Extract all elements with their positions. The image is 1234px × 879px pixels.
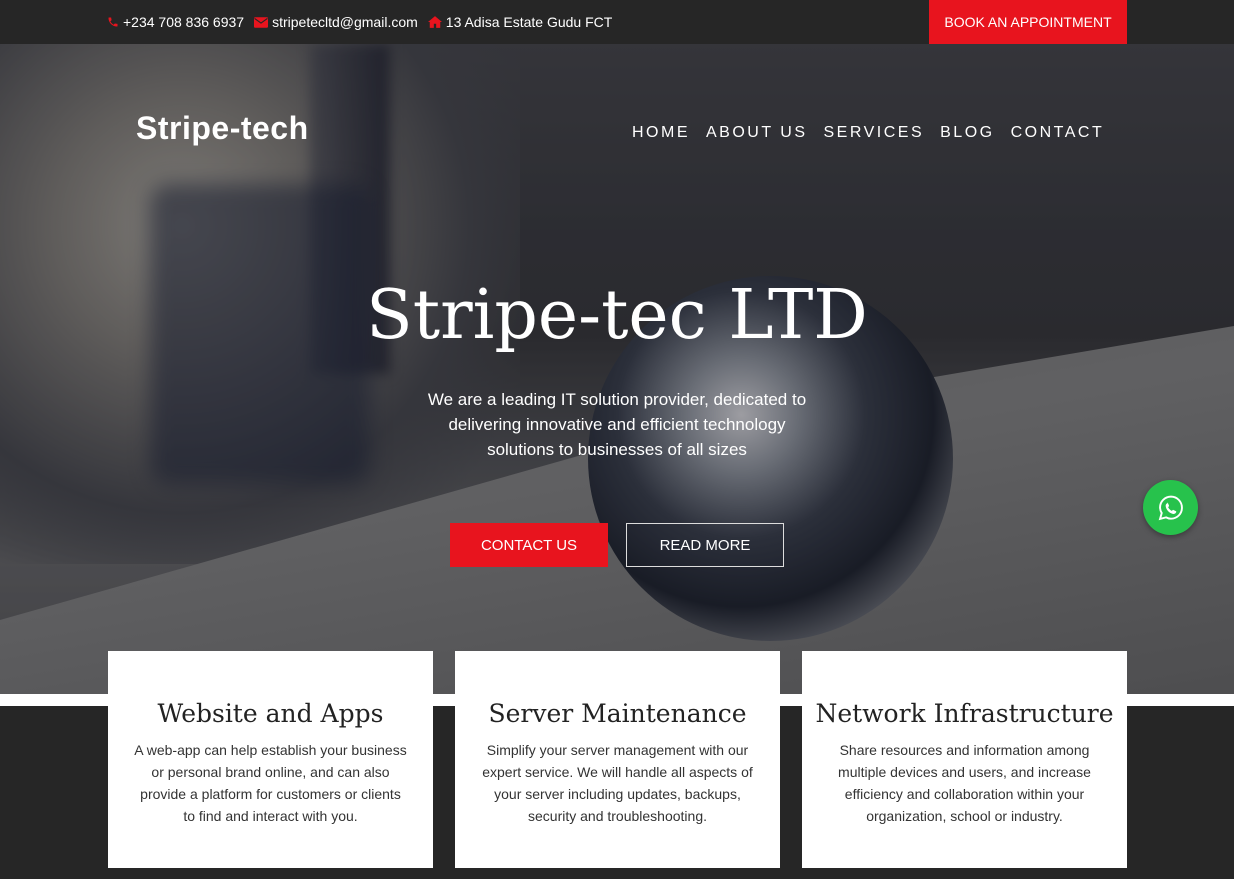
read-more-button[interactable]: READ MORE [626, 523, 784, 567]
nav-about-us[interactable]: ABOUT US [706, 124, 808, 142]
service-card-text: Simplify your server management with our… [482, 742, 753, 824]
address-contact: 13 Adisa Estate Gudu FCT [427, 14, 613, 30]
service-card-network[interactable]: Network Infrastructure Share resources a… [802, 651, 1127, 868]
service-card-title: Server Maintenance [488, 699, 747, 728]
contact-info: +234 708 836 6937 stripetecltd@gmail.com… [107, 0, 622, 44]
hero-description: We are a leading IT solution provider, d… [427, 390, 807, 459]
whatsapp-chat-button[interactable] [1143, 480, 1198, 535]
nav-blog[interactable]: BLOG [940, 124, 994, 142]
service-card-text: Share resources and information among mu… [838, 742, 1091, 824]
main-nav: HOME ABOUT US SERVICES BLOG CONTACT [632, 124, 1120, 142]
envelope-icon [254, 16, 269, 28]
nav-home[interactable]: HOME [632, 124, 690, 142]
phone-contact[interactable]: +234 708 836 6937 [107, 14, 244, 30]
service-card-text: A web-app can help establish your busine… [134, 742, 407, 824]
hero-section: Stripe-tech HOME ABOUT US SERVICES BLOG … [0, 44, 1234, 694]
phone-icon [108, 17, 118, 27]
whatsapp-icon [1158, 495, 1183, 520]
site-logo[interactable]: Stripe-tech [136, 110, 309, 147]
nav-contact[interactable]: CONTACT [1011, 124, 1105, 142]
contact-us-button[interactable]: CONTACT US [450, 523, 608, 567]
address-text: 13 Adisa Estate Gudu FCT [445, 14, 613, 30]
nav-services[interactable]: SERVICES [824, 124, 925, 142]
book-appointment-button[interactable]: BOOK AN APPOINTMENT [929, 0, 1127, 44]
top-bar: +234 708 836 6937 stripetecltd@gmail.com… [0, 0, 1234, 44]
service-card-title: Website and Apps [157, 699, 384, 728]
service-card-title: Network Infrastructure [815, 699, 1114, 728]
email-text: stripetecltd@gmail.com [272, 14, 418, 30]
email-contact[interactable]: stripetecltd@gmail.com [254, 14, 418, 30]
phone-text: +234 708 836 6937 [123, 14, 245, 30]
home-icon [427, 16, 442, 28]
service-card-website[interactable]: Website and Apps A web-app can help esta… [108, 651, 433, 868]
service-card-server[interactable]: Server Maintenance Simplify your server … [455, 651, 780, 868]
hero-title: Stripe-tec LTD [366, 276, 868, 355]
